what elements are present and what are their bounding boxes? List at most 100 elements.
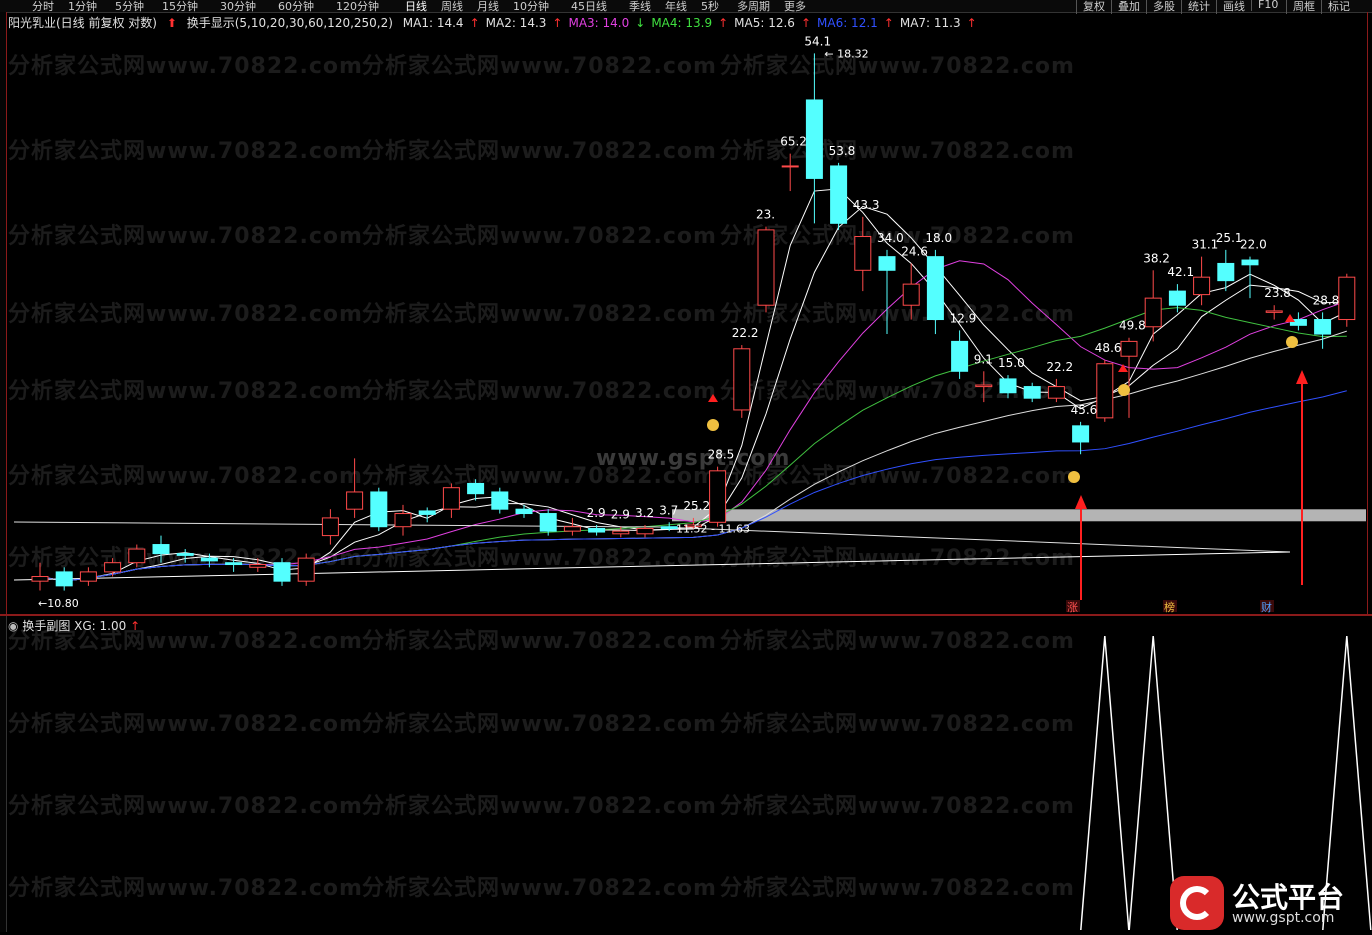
candle-body (467, 482, 485, 495)
xg-signal-line (1080, 635, 1130, 931)
candle-body (1241, 259, 1259, 266)
candle-body (79, 571, 97, 582)
low-price-label: ←10.80 (38, 597, 79, 610)
turnover-label: 43.3 (853, 198, 880, 212)
up-marker-icon (1118, 364, 1128, 372)
candle-body (878, 256, 896, 271)
turnover-label: 22.0 (1240, 238, 1267, 252)
ma-legend-item-3: MA3: 14.0 (568, 16, 630, 30)
candle-body (660, 526, 678, 529)
turnover-label: 65.2 (780, 135, 807, 149)
candle-body (273, 562, 291, 582)
candle-body (1072, 425, 1090, 443)
signal-arrow-head-icon (1296, 370, 1308, 384)
turnover-label: 53.8 (829, 144, 856, 158)
candle-body (733, 348, 751, 411)
turnover-label: 49.8 (1119, 319, 1146, 333)
ma-trend-arrow-icon: ↑ (966, 16, 977, 30)
turnover-label: 45.6 (1071, 403, 1098, 417)
candle-body (346, 491, 364, 510)
signal-arrow-head-icon (1075, 495, 1087, 509)
candle-body (1314, 319, 1332, 335)
candle-body (781, 165, 799, 168)
candle-body (1265, 310, 1283, 313)
smiley-icon (707, 419, 719, 431)
gspt-logo: 公式平台 www.gspt.com (1170, 874, 1360, 932)
ma-legend-item-4: MA4: 13.9 (651, 16, 713, 30)
candle-body (830, 165, 848, 224)
candle-body (926, 256, 944, 321)
turnover-label: 54.1 (804, 34, 831, 48)
stock-title[interactable]: 阳光乳业(日线 前复权 对数) (8, 16, 157, 30)
signal-badge: 涨 (1067, 601, 1078, 614)
turnover-label: 48.6 (1095, 341, 1122, 355)
candle-body (418, 510, 436, 515)
candle-body (152, 544, 170, 555)
candle-body (1217, 262, 1235, 282)
turnover-label: 3.2 (635, 506, 654, 520)
candle-body (636, 527, 654, 535)
candle-body (951, 340, 969, 372)
ma-legend-item-6: MA6: 12.1 (817, 16, 878, 30)
panel-divider[interactable] (0, 614, 1372, 616)
turnover-label: 15.0 (998, 356, 1025, 370)
turnover-label: 22.2 (732, 326, 759, 340)
candle-body (539, 513, 557, 532)
xg-value: XG: 1.00 (74, 619, 127, 633)
candle-body (1120, 340, 1138, 357)
turnover-label: 2.9 (611, 508, 630, 522)
candle-body (515, 508, 533, 515)
candle-body (55, 571, 73, 587)
turnover-label: 12.9 (950, 311, 977, 325)
ma-line-6 (39, 390, 1347, 582)
ma-trend-arrow-icon: ↑ (469, 16, 480, 30)
candle-body (1144, 297, 1162, 328)
turnover-label: 38.2 (1143, 251, 1170, 265)
candle-body (1338, 276, 1356, 321)
indicator-name[interactable]: 换手显示(5,10,20,30,60,120,250,2) (187, 16, 393, 30)
candle-body (709, 470, 727, 523)
up-arrow-icon: ↑ (130, 619, 141, 633)
turnover-label: 34.0 (877, 231, 904, 245)
candle-body (1096, 363, 1114, 419)
turnover-label: 24.6 (901, 244, 928, 258)
candlestick-chart[interactable]: 2.9 2.9 3.2 3.7 25.2 28.5 22.2 23. 65.2 54.1 53.8 4… (0, 0, 1372, 935)
main-legend: 阳光乳业(日线 前复权 对数) ⬆ 换手显示(5,10,20,30,60,120… (8, 14, 989, 32)
smiley-icon (1118, 384, 1130, 396)
turnover-label: 31.1 (1192, 238, 1219, 252)
candle-body (563, 526, 581, 532)
candle-body (249, 564, 267, 568)
sub-legend: ◉ 换手副图 XG: 1.00 ↑ (8, 617, 140, 634)
candle-body (1168, 290, 1186, 306)
turnover-label: 2.9 (587, 506, 606, 520)
ma-line-7 (13, 521, 1291, 553)
collapse-icon[interactable]: ◉ (8, 619, 18, 633)
turnover-label: 25.2 (683, 499, 710, 513)
turnover-label: 25.1 (1216, 231, 1243, 245)
turnover-label: 22.2 (1046, 360, 1073, 374)
candle-body (612, 530, 630, 535)
logo-url: www.gspt.com (1232, 910, 1335, 926)
candle-body (200, 557, 218, 562)
turnover-label: 23. (756, 208, 775, 222)
candle-body (128, 548, 146, 564)
ma-legend-item-1: MA1: 14.4 (402, 16, 464, 30)
candle-body (442, 487, 460, 510)
candle-body (104, 562, 122, 573)
sub-indicator-title[interactable]: 换手副图 (22, 619, 70, 633)
candle-body (1023, 386, 1041, 399)
up-marker-icon (1285, 314, 1295, 322)
candle-body (588, 527, 606, 533)
turnover-label: 28.8 (1313, 293, 1340, 307)
signal-badge: 榜 (1164, 600, 1175, 614)
turnover-label: 18.0 (925, 231, 952, 245)
signal-badge: 财 (1261, 600, 1272, 614)
ma-legend-item-5: MA5: 12.6 (734, 16, 795, 30)
range-price-label: 11.52 - 11.63 (676, 522, 750, 535)
candle-body (1047, 386, 1065, 399)
candle-body (999, 378, 1017, 394)
turnover-label: 42.1 (1167, 265, 1194, 279)
ma-trend-arrow-icon: ↑ (800, 16, 811, 30)
ma-legend-list: MA1: 14.4 ↑ MA2: 14.3 ↑ MA3: 14.0 ↓ MA4: 13.9 ↑… (403, 16, 983, 30)
turnover-label: 3.7 (659, 503, 678, 517)
